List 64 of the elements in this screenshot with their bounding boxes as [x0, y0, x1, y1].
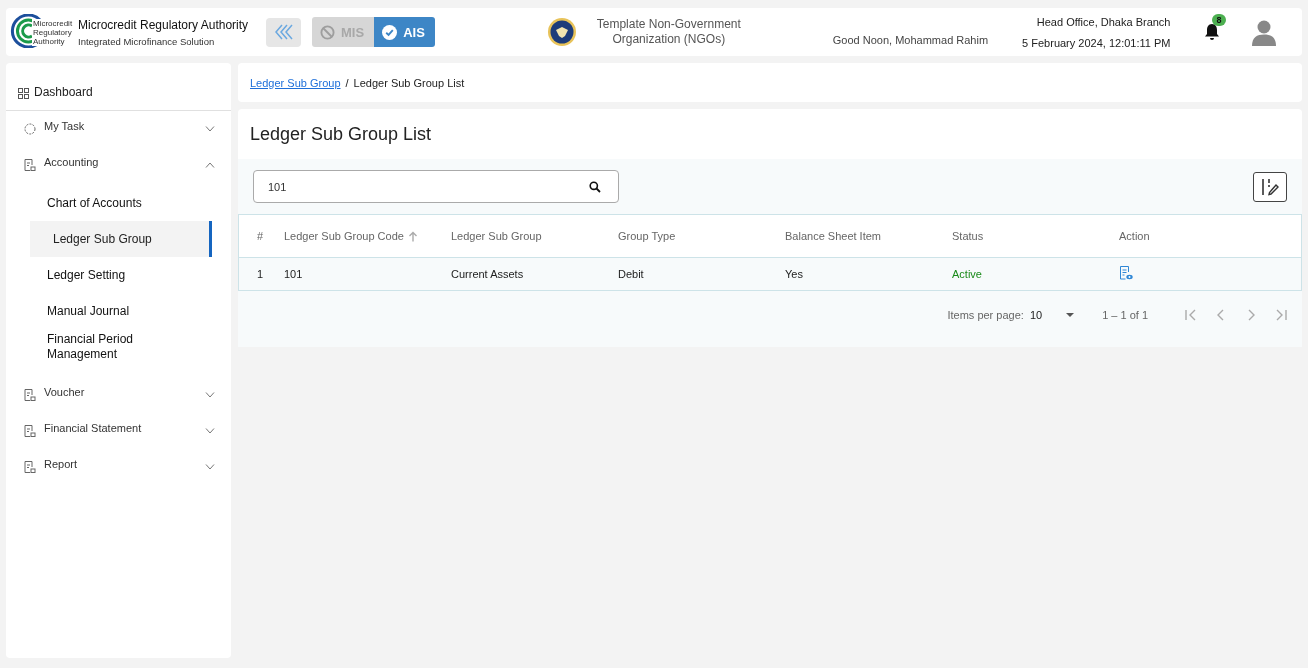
- module-toggle[interactable]: AIS: [374, 17, 435, 47]
- breadcrumb-separator: /: [345, 76, 349, 89]
- notification-bell-icon[interactable]: [1204, 23, 1221, 41]
- column-header: Group Type: [618, 230, 677, 242]
- chevron-icon: [205, 464, 215, 470]
- sidebar-group-item[interactable]: Report: [6, 449, 231, 485]
- greeting-text: Good Noon, Mohammad Rahim: [832, 34, 989, 46]
- page-range-text: 1 – 1 of 1: [1102, 309, 1148, 321]
- sidebar-group-item[interactable]: Financial Statement: [6, 413, 231, 449]
- table-cell-text: 1: [256, 268, 265, 280]
- items-per-page-label: Items per page:: [947, 309, 1024, 321]
- column-header: Ledger Sub Group: [451, 230, 543, 242]
- column-header: Action: [1119, 230, 1151, 242]
- page-title: Ledger Sub Group List: [249, 123, 433, 146]
- document-icon: [24, 389, 36, 401]
- table-cell-text: 101: [284, 268, 304, 280]
- sidebar-sub-item[interactable]: Ledger Sub Group: [30, 221, 212, 257]
- date-time: 5 February 2024, 12:01:11 PM: [1022, 36, 1171, 49]
- column-header[interactable]: Ledger Sub Group Code: [284, 230, 451, 242]
- table-cell-text: Debit: [618, 268, 645, 280]
- table-cell-text: Yes: [785, 268, 804, 280]
- chevron-icon: [205, 162, 215, 168]
- last-page-icon[interactable]: [1274, 308, 1288, 322]
- grid-icon: [18, 88, 29, 99]
- app-subtitle: Integrated Microfinance Solution: [78, 35, 216, 47]
- page-size-select[interactable]: 10: [1029, 309, 1075, 321]
- sidebar-sub-item[interactable]: Financial Period Management: [24, 329, 212, 365]
- column-header: Status: [952, 230, 985, 242]
- sidebar-group-item[interactable]: My Task: [6, 111, 231, 147]
- dropdown-caret-icon: [1066, 313, 1075, 317]
- sidebar-sub-item[interactable]: Manual Journal: [24, 293, 212, 329]
- chevron-icon: [205, 126, 215, 132]
- organization-name: Template Non-Government Organization (NGOs): [595, 17, 742, 47]
- columns-edit-icon: [1260, 176, 1280, 197]
- sidebar-group-item[interactable]: Accounting: [6, 147, 231, 183]
- double-chevron-left-icon: [272, 23, 295, 41]
- breadcrumb-link[interactable]: Ledger Sub Group: [250, 76, 341, 89]
- column-header: Balance Sheet Item: [785, 230, 882, 242]
- sort-up-arrow-icon: [407, 230, 418, 242]
- notification-count-badge: 8: [1212, 14, 1226, 26]
- document-icon: [24, 425, 36, 437]
- chevron-icon: [205, 428, 215, 434]
- sidebar-sub-item[interactable]: Chart of Accounts: [24, 185, 212, 221]
- search-field[interactable]: 101: [253, 170, 619, 203]
- breadcrumb-current: Ledger Sub Group List: [353, 76, 465, 89]
- search-icon: [589, 181, 601, 193]
- sidebar-group-item[interactable]: Voucher: [6, 377, 231, 413]
- first-page-icon[interactable]: [1184, 308, 1198, 322]
- chevron-icon: [205, 392, 215, 398]
- document-icon: [24, 461, 36, 473]
- user-avatar-icon[interactable]: [1250, 18, 1279, 46]
- dashboard-menu-item[interactable]: Dashboard: [6, 63, 231, 111]
- app-title: Microcredit Regulatory Authority: [78, 17, 249, 32]
- emblem-icon: [546, 17, 577, 47]
- sidebar-sub-item[interactable]: Ledger Setting: [24, 257, 212, 293]
- branch-name: Head Office, Dhaka Branch: [1036, 15, 1171, 28]
- status-text: Active: [952, 268, 982, 280]
- table-cell-text: Current Assets: [451, 268, 525, 280]
- collapse-sidebar-button[interactable]: [266, 17, 301, 47]
- circle-icon: [24, 123, 36, 135]
- view-document-icon[interactable]: [1119, 266, 1133, 280]
- column-settings-button[interactable]: [1253, 171, 1287, 202]
- document-icon: [24, 159, 36, 171]
- column-header: #: [256, 230, 265, 242]
